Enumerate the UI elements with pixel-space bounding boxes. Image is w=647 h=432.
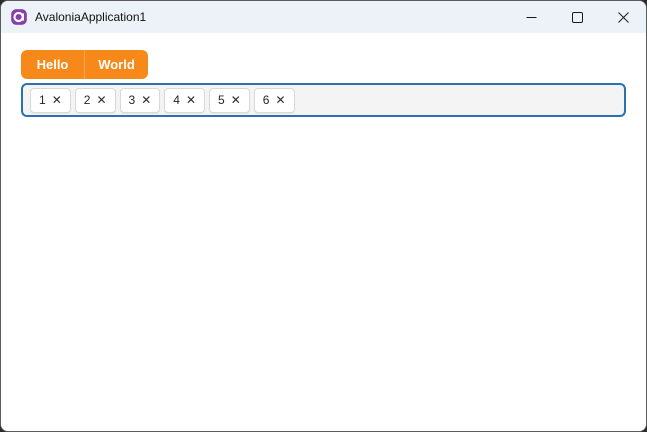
app-window: AvaloniaApplication1 Hello World 1 ✕ 2 ✕… <box>0 0 647 432</box>
chip-2: 2 ✕ <box>74 87 116 113</box>
window-title: AvaloniaApplication1 <box>35 10 147 24</box>
chip-remove-icon[interactable]: ✕ <box>141 94 151 106</box>
chip-value: 4 <box>173 93 180 107</box>
chip-4: 4 ✕ <box>164 87 205 113</box>
chip-value: 3 <box>128 93 136 107</box>
minimize-button[interactable] <box>508 1 554 33</box>
chip-value: 2 <box>83 93 91 107</box>
maximize-button[interactable] <box>554 1 600 33</box>
chip-1: 1 ✕ <box>30 87 71 113</box>
chip-value: 5 <box>218 93 225 107</box>
close-button[interactable] <box>600 1 646 33</box>
chipbox[interactable]: 1 ✕ 2 ✕ 3 ✕ 4 ✕ 5 ✕ 6 ✕ <box>21 83 626 117</box>
chip-6: 6 ✕ <box>253 87 295 113</box>
close-icon <box>617 11 629 23</box>
minimize-icon <box>526 16 536 18</box>
chip-remove-icon[interactable]: ✕ <box>275 94 285 106</box>
chip-remove-icon[interactable]: ✕ <box>52 94 62 106</box>
chip-3: 3 ✕ <box>119 87 161 113</box>
tab-hello[interactable]: Hello <box>21 50 84 79</box>
tabstrip: Hello World <box>21 50 148 79</box>
avalonia-logo-icon[interactable] <box>11 9 27 25</box>
tab-world[interactable]: World <box>85 50 148 79</box>
window-content: Hello World 1 ✕ 2 ✕ 3 ✕ 4 ✕ 5 ✕ 6 ✕ <box>1 33 646 431</box>
chip-value: 6 <box>262 93 270 107</box>
caption-buttons <box>508 1 646 33</box>
chip-remove-icon[interactable]: ✕ <box>96 94 106 106</box>
titlebar[interactable]: AvaloniaApplication1 <box>1 1 646 33</box>
chip-remove-icon[interactable]: ✕ <box>231 94 241 106</box>
chip-5: 5 ✕ <box>209 87 250 113</box>
chip-value: 1 <box>39 93 46 107</box>
chip-remove-icon[interactable]: ✕ <box>186 94 196 106</box>
maximize-icon <box>571 11 583 23</box>
